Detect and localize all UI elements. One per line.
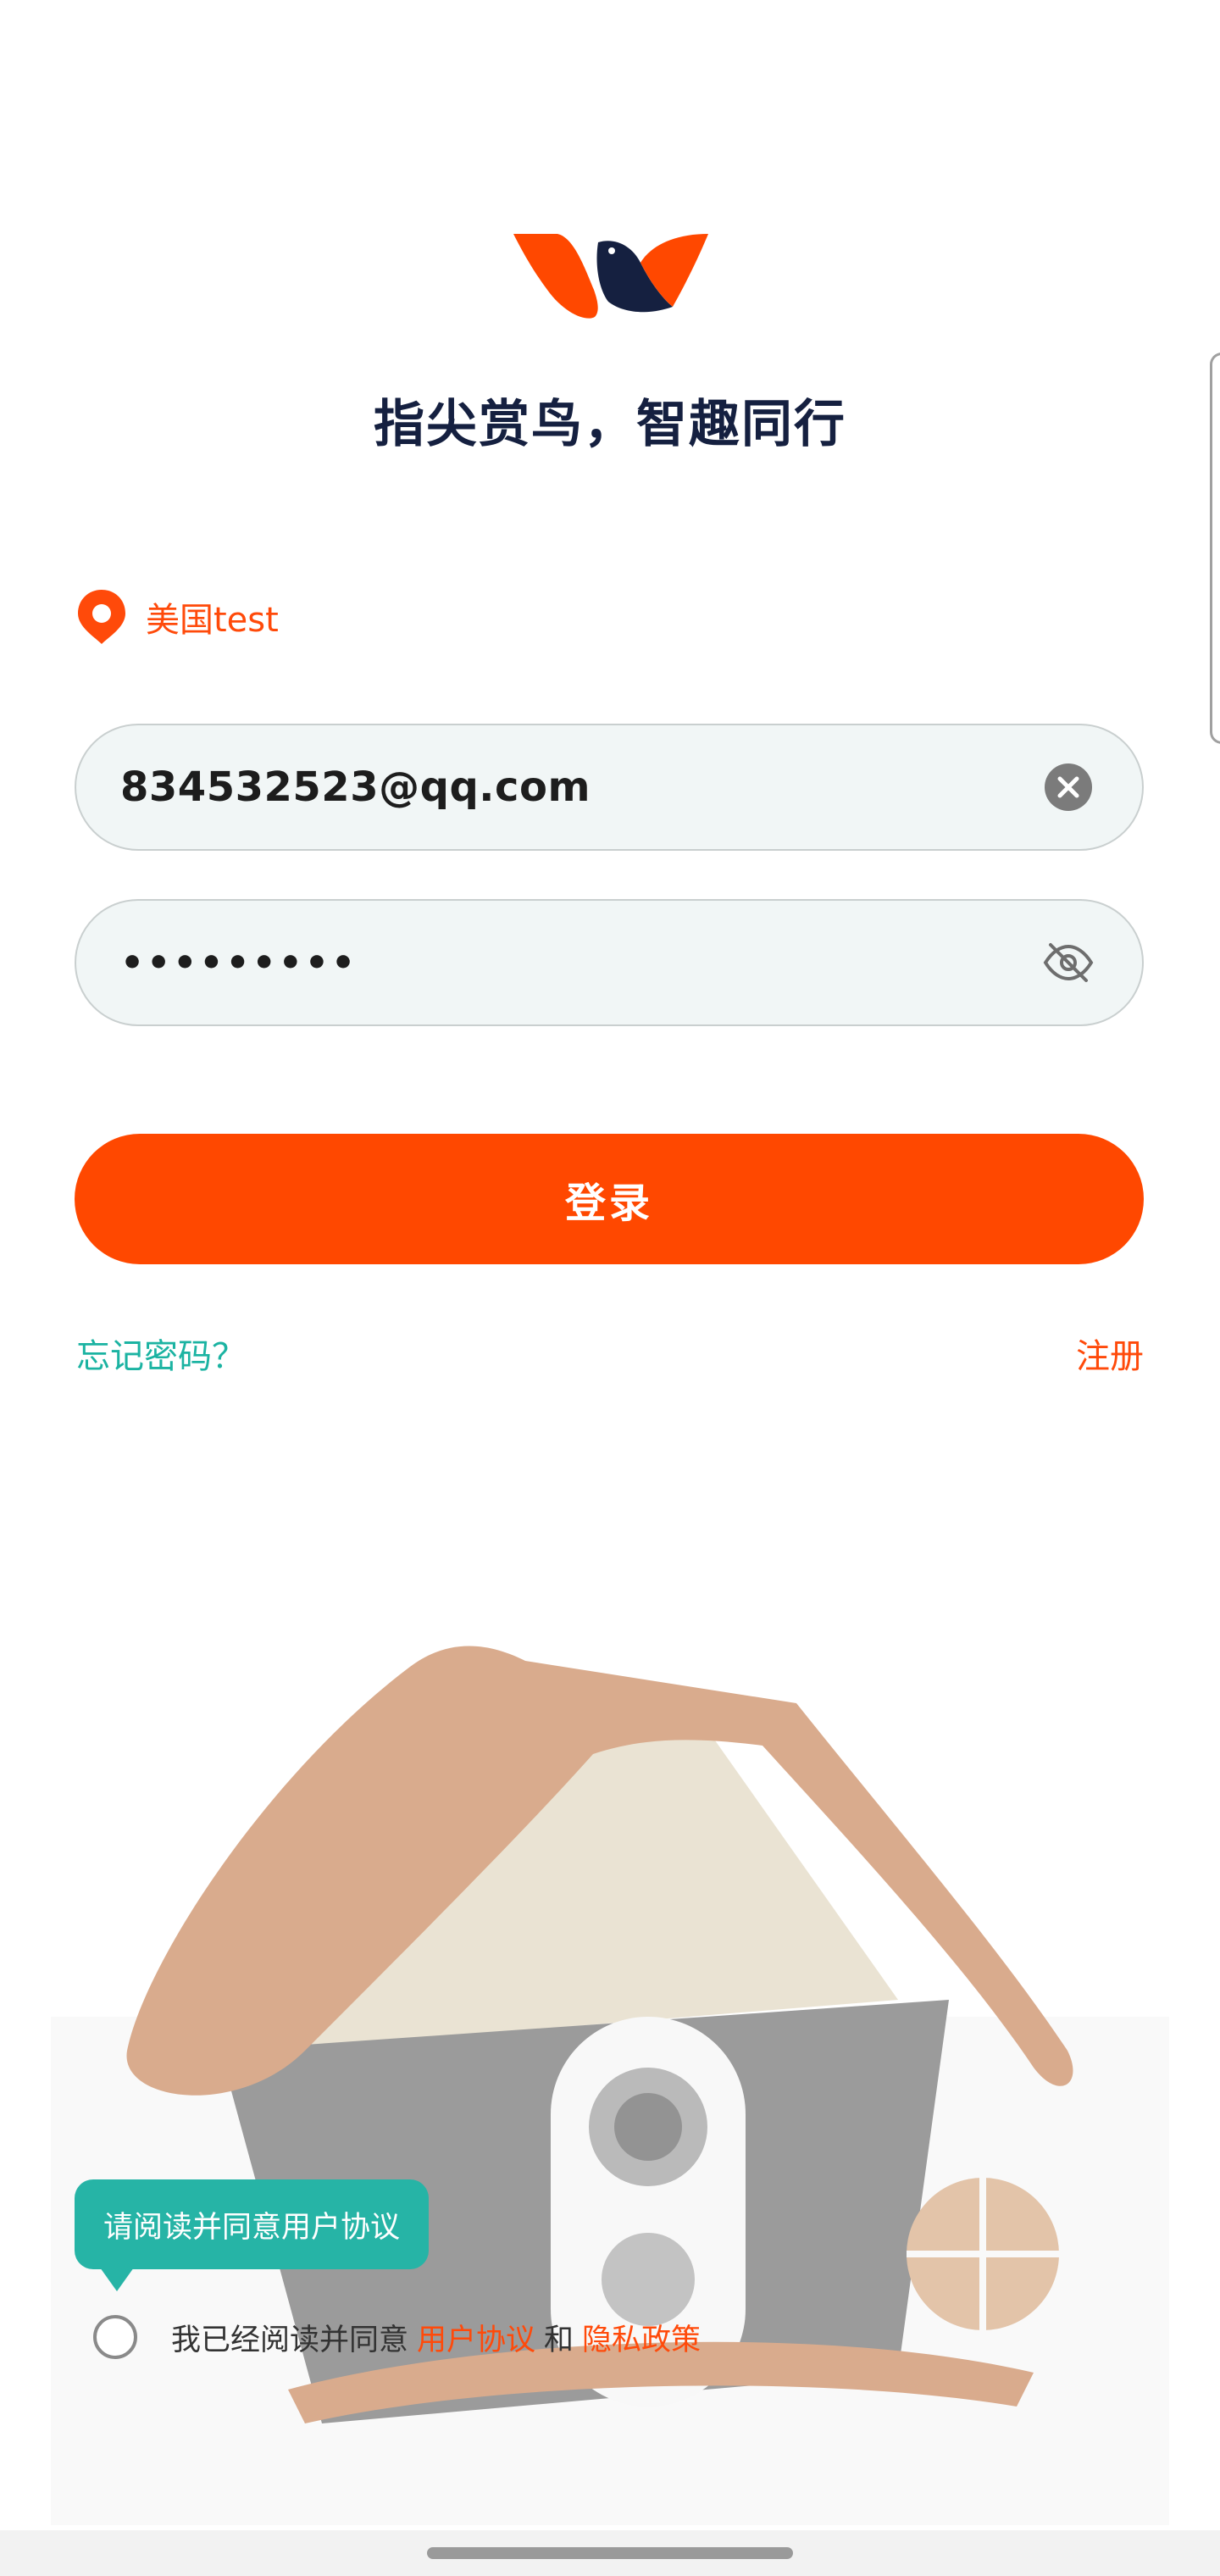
clear-input-button[interactable] (1039, 758, 1098, 817)
location-pin-icon (78, 590, 125, 644)
brand-logo (513, 234, 708, 319)
agreement-row: 我已经阅读并同意 用户协议 和 隐私政策 (93, 2315, 709, 2359)
home-gesture-pill[interactable] (427, 2547, 793, 2559)
password-field[interactable]: ••••••••• (75, 899, 1144, 1026)
register-link[interactable]: 注册 (1076, 1329, 1144, 1378)
password-value[interactable]: ••••••••• (120, 941, 1039, 985)
forgot-password-link[interactable]: 忘记密码？ (76, 1329, 246, 1378)
app-slogan: 指尖赏鸟，智趣同行 (374, 395, 846, 454)
email-field[interactable]: 834532523@qq.com (75, 724, 1144, 851)
tooltip-tail (100, 2268, 134, 2291)
region-selector[interactable]: 美国test (76, 588, 279, 646)
agreement-prefix: 我已经阅读并同意 (171, 2323, 409, 2357)
eye-off-icon (1043, 943, 1094, 982)
privacy-policy-link[interactable]: 隐私政策 (582, 2316, 701, 2359)
clear-circle-icon (1045, 763, 1092, 811)
toggle-password-visibility-button[interactable] (1039, 933, 1098, 992)
bird-feeder-illustration (51, 1646, 1169, 2525)
agreement-checkbox[interactable] (93, 2315, 137, 2359)
region-label: 美国test (146, 601, 279, 640)
agreement-tooltip: 请阅读并同意用户协议 (75, 2179, 430, 2269)
email-value[interactable]: 834532523@qq.com (120, 763, 1039, 811)
user-agreement-link[interactable]: 用户协议 (417, 2316, 535, 2359)
login-button[interactable]: 登录 (75, 1134, 1144, 1264)
agreement-and: 和 (544, 2323, 574, 2357)
